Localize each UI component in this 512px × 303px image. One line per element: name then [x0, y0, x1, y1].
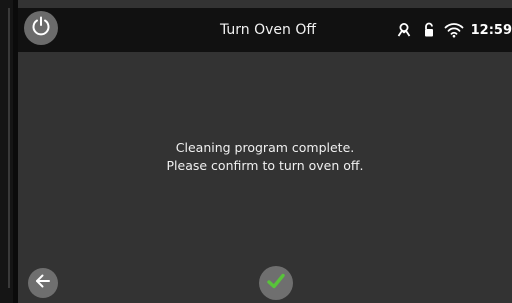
lock-open-icon [418, 19, 440, 41]
bezel-divider [8, 8, 10, 288]
page-title: Turn Oven Off [219, 22, 317, 38]
checkmark-icon [266, 272, 286, 294]
confirmation-message: Cleaning program complete. Please confir… [18, 139, 512, 175]
header-bar: Turn Oven Off 12:59 [18, 8, 512, 52]
clock: 12:59 [470, 22, 512, 38]
left-bezel [0, 0, 13, 303]
user-icon [393, 19, 415, 41]
power-icon [30, 15, 52, 41]
status-bar: 12:59 [393, 8, 512, 52]
oven-screen: Turn Oven Off 12:59 Cleaning program com… [18, 0, 512, 303]
wifi-icon [443, 19, 465, 41]
message-line-2: Please confirm to turn oven off. [166, 158, 364, 173]
message-line-1: Cleaning program complete. [175, 140, 355, 155]
back-button[interactable] [28, 268, 58, 298]
arrow-left-icon [34, 272, 52, 294]
confirm-button[interactable] [259, 266, 293, 300]
power-button[interactable] [24, 11, 58, 45]
